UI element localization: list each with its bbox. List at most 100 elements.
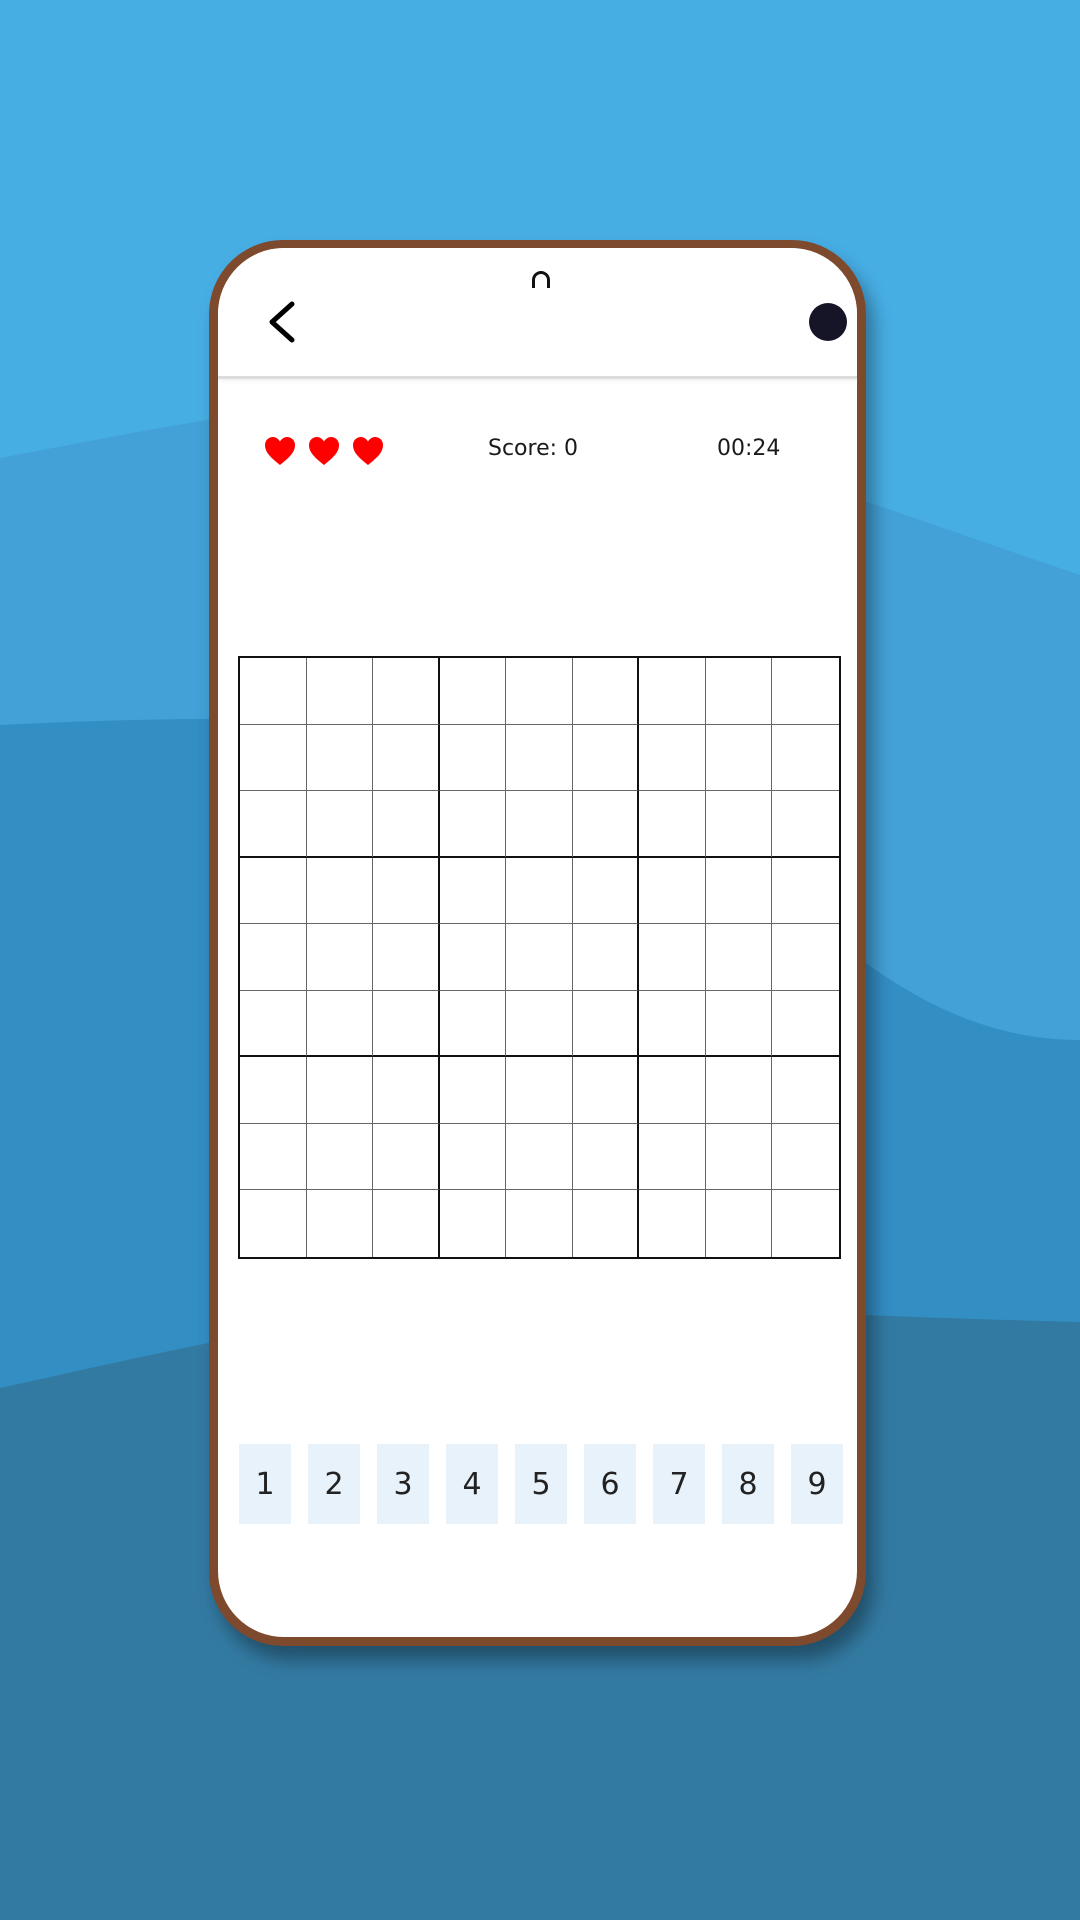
sudoku-cell[interactable] [705, 1057, 773, 1124]
sudoku-cell[interactable] [705, 1123, 773, 1191]
sudoku-cell[interactable] [506, 924, 573, 991]
sudoku-cell[interactable] [240, 857, 307, 925]
sudoku-cell[interactable] [572, 791, 640, 858]
sudoku-cell[interactable] [572, 1057, 640, 1124]
sudoku-cell[interactable] [506, 791, 573, 858]
sudoku-cell[interactable] [373, 1190, 440, 1257]
number-button-9[interactable]: 9 [791, 1444, 843, 1524]
sudoku-cell[interactable] [772, 1124, 839, 1191]
sudoku-cell[interactable] [572, 990, 640, 1058]
sudoku-cell[interactable] [439, 990, 507, 1058]
sudoku-cell[interactable] [506, 1123, 573, 1191]
score-label: Score: 0 [488, 436, 579, 461]
sudoku-cell[interactable] [772, 791, 839, 858]
sudoku-cell[interactable] [639, 1057, 706, 1124]
number-button-8[interactable]: 8 [722, 1444, 774, 1524]
sudoku-cell[interactable] [373, 724, 440, 792]
sudoku-cell[interactable] [705, 857, 773, 925]
sudoku-cell[interactable] [306, 924, 374, 991]
sudoku-cell[interactable] [373, 658, 440, 725]
sudoku-cell[interactable] [639, 791, 706, 858]
sudoku-cell[interactable] [772, 858, 839, 925]
sudoku-cell[interactable] [307, 1190, 374, 1257]
sudoku-cell[interactable] [639, 924, 706, 991]
sudoku-cell[interactable] [306, 791, 374, 858]
sudoku-cell[interactable] [306, 658, 374, 725]
number-button-6[interactable]: 6 [584, 1444, 636, 1524]
app-bar [218, 248, 857, 379]
sudoku-cell[interactable] [306, 990, 374, 1058]
sudoku-cell[interactable] [506, 857, 573, 925]
sudoku-cell[interactable] [506, 724, 573, 792]
sudoku-cell[interactable] [572, 1123, 640, 1191]
sudoku-cell[interactable] [639, 1190, 706, 1257]
sudoku-cell[interactable] [772, 1190, 839, 1257]
sudoku-cell[interactable] [705, 990, 773, 1058]
number-button-1[interactable]: 1 [239, 1444, 291, 1524]
sudoku-cell[interactable] [705, 791, 773, 858]
number-button-4[interactable]: 4 [446, 1444, 498, 1524]
number-button-3[interactable]: 3 [377, 1444, 429, 1524]
sudoku-cell[interactable] [573, 1190, 640, 1257]
sudoku-cell[interactable] [240, 1123, 307, 1191]
sudoku-cell[interactable] [240, 924, 307, 991]
sudoku-cell[interactable] [373, 1057, 440, 1124]
chevron-left-icon [269, 301, 295, 343]
sudoku-board [238, 656, 841, 1259]
sudoku-cell[interactable] [572, 658, 640, 725]
sudoku-cell[interactable] [439, 1057, 507, 1124]
number-pad: 123456789 [239, 1444, 843, 1524]
sudoku-cell[interactable] [440, 1190, 507, 1257]
sudoku-cell[interactable] [506, 1057, 573, 1124]
back-button[interactable] [262, 298, 306, 346]
sudoku-cell[interactable] [240, 724, 307, 792]
sudoku-cell[interactable] [639, 1123, 706, 1191]
sudoku-cell[interactable] [772, 924, 839, 991]
sudoku-cell[interactable] [240, 990, 307, 1058]
sudoku-cell[interactable] [506, 658, 573, 725]
sudoku-cell[interactable] [306, 857, 374, 925]
sudoku-cell[interactable] [373, 791, 440, 858]
sudoku-cell[interactable] [772, 658, 839, 725]
sudoku-cell[interactable] [639, 857, 706, 925]
sudoku-cell[interactable] [639, 724, 706, 792]
sudoku-cell[interactable] [439, 724, 507, 792]
sudoku-cell[interactable] [240, 658, 307, 725]
sudoku-cell[interactable] [373, 1123, 440, 1191]
status-row: Score: 0 00:24 [218, 432, 857, 472]
sudoku-cell[interactable] [306, 1057, 374, 1124]
sudoku-cell[interactable] [572, 924, 640, 991]
sudoku-cell[interactable] [373, 990, 440, 1058]
sudoku-cell[interactable] [705, 924, 773, 991]
number-button-7[interactable]: 7 [653, 1444, 705, 1524]
sudoku-cell[interactable] [240, 1190, 307, 1257]
sudoku-cell[interactable] [373, 857, 440, 925]
front-camera-icon [532, 271, 550, 288]
menu-button[interactable] [809, 303, 847, 341]
sudoku-cell[interactable] [705, 658, 773, 725]
sudoku-cell[interactable] [306, 724, 374, 792]
sudoku-cell[interactable] [373, 924, 440, 991]
number-button-5[interactable]: 5 [515, 1444, 567, 1524]
sudoku-cell[interactable] [240, 791, 307, 858]
sudoku-cell[interactable] [439, 857, 507, 925]
sudoku-cell[interactable] [240, 1057, 307, 1124]
scene: Score: 0 00:24 123456789 [0, 0, 1080, 1920]
sudoku-cell[interactable] [639, 658, 706, 725]
sudoku-cell[interactable] [439, 1123, 507, 1191]
sudoku-cell[interactable] [772, 725, 839, 792]
number-button-2[interactable]: 2 [308, 1444, 360, 1524]
sudoku-cell[interactable] [439, 791, 507, 858]
sudoku-cell[interactable] [572, 724, 640, 792]
sudoku-cell[interactable] [506, 990, 573, 1058]
sudoku-cell[interactable] [439, 658, 507, 725]
sudoku-cell[interactable] [772, 991, 839, 1058]
sudoku-cell[interactable] [572, 857, 640, 925]
sudoku-cell[interactable] [439, 924, 507, 991]
sudoku-cell[interactable] [705, 724, 773, 792]
sudoku-cell[interactable] [506, 1190, 573, 1257]
sudoku-cell[interactable] [639, 990, 706, 1058]
sudoku-cell[interactable] [306, 1123, 374, 1191]
sudoku-cell[interactable] [772, 1057, 839, 1124]
sudoku-cell[interactable] [706, 1190, 773, 1257]
